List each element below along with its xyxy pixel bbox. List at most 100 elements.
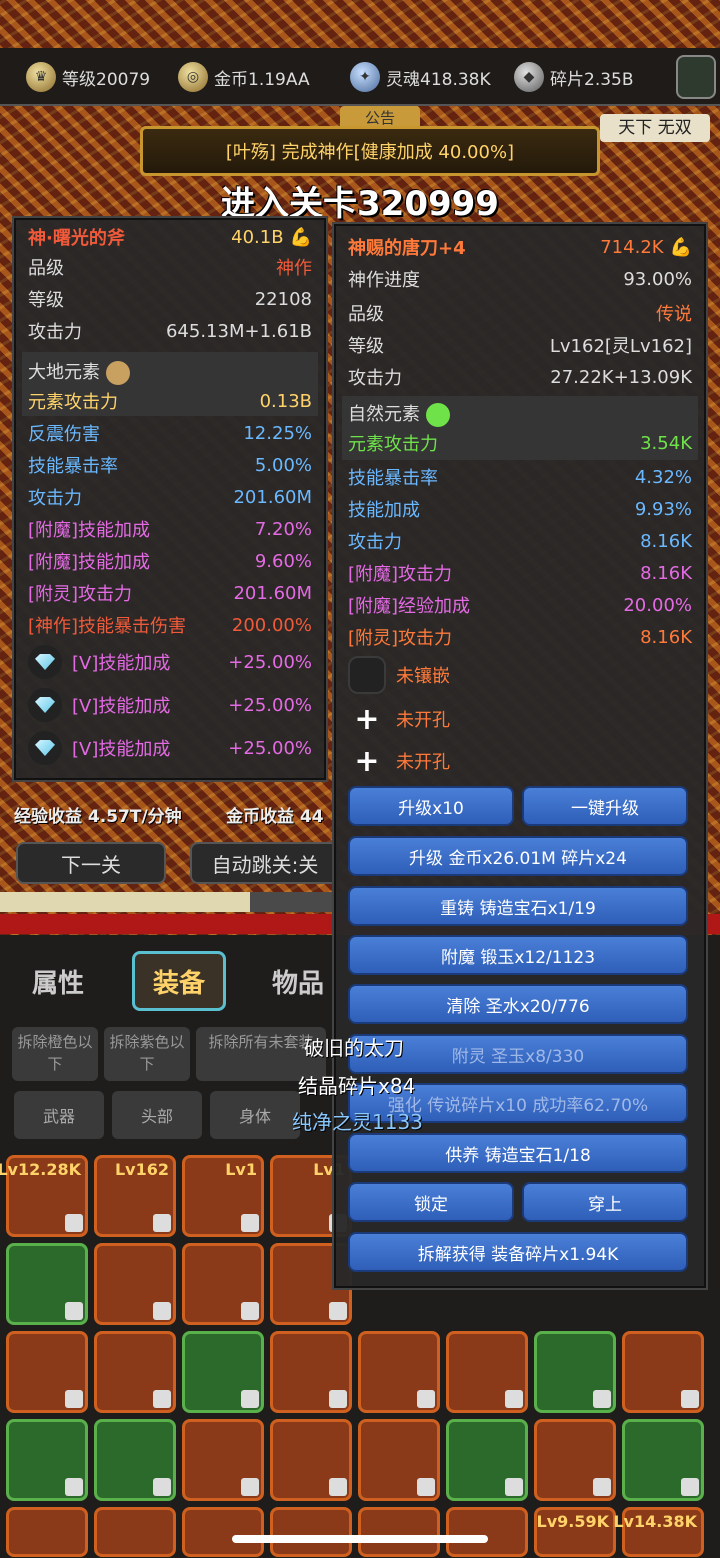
inventory-item[interactable] bbox=[358, 1331, 440, 1413]
exp-progress-bar bbox=[0, 892, 250, 912]
lock-icon bbox=[681, 1478, 699, 1496]
dismantle-button[interactable]: 拆解获得 装备碎片x1.94K bbox=[348, 1232, 688, 1272]
stat-row: 攻击力 27.22K+13.09K bbox=[348, 366, 692, 390]
empty-socket-icon bbox=[348, 656, 386, 694]
inventory-item[interactable] bbox=[446, 1507, 528, 1557]
inventory-item[interactable] bbox=[534, 1331, 616, 1413]
inventory-item[interactable] bbox=[622, 1419, 704, 1501]
lock-icon bbox=[417, 1390, 435, 1408]
upgrade-x10-button[interactable]: 升级x10 bbox=[348, 786, 514, 826]
reforge-button[interactable]: 重铸 铸造宝石x1/19 bbox=[348, 886, 688, 926]
stat-row: 技能加成 9.93% bbox=[348, 498, 692, 522]
stat-row: [附灵]攻击力 8.16K bbox=[348, 626, 692, 650]
inventory-item[interactable] bbox=[182, 1419, 264, 1501]
stat-row: 等级 22108 bbox=[28, 288, 312, 312]
stat-row: 品级 神作 bbox=[28, 258, 312, 279]
lock-icon bbox=[65, 1302, 83, 1320]
inventory-item[interactable]: Lv1 bbox=[182, 1155, 264, 1237]
inventory-item[interactable]: Lv14.38K bbox=[613, 1507, 704, 1557]
strength-arm-icon: 💪 bbox=[669, 236, 692, 258]
inventory-item[interactable] bbox=[94, 1419, 176, 1501]
menu-leaf-button[interactable] bbox=[676, 55, 716, 99]
lock-icon bbox=[241, 1302, 259, 1320]
tab-items[interactable]: 物品 bbox=[272, 963, 324, 1000]
next-stage-button[interactable]: 下一关 bbox=[16, 842, 166, 884]
lock-icon bbox=[505, 1478, 523, 1496]
stat-row: 攻击力 201.60M bbox=[28, 486, 312, 510]
soul-counter: ✦ 灵魂418.38K bbox=[350, 60, 491, 94]
element-attack: 元素攻击力 0.13B bbox=[28, 390, 312, 414]
resource-bar: ♛ 等级20079 ◎ 金币1.19AA ✦ 灵魂418.38K ◆ 碎片2.3… bbox=[0, 48, 720, 106]
lock-icon bbox=[505, 1390, 523, 1408]
inventory-item[interactable] bbox=[358, 1507, 440, 1557]
socket-row[interactable]: 未镶嵌 bbox=[348, 654, 692, 696]
inventory-item[interactable]: Lv162 bbox=[94, 1155, 176, 1237]
lock-icon bbox=[65, 1214, 83, 1232]
clear-button[interactable]: 清除 圣水x20/776 bbox=[348, 984, 688, 1024]
enchant-button[interactable]: 附魔 锻玉x12/1123 bbox=[348, 935, 688, 975]
socket-row[interactable]: + 未开孔 bbox=[348, 740, 692, 782]
item-header: 神赐的唐刀+4 714.2K 💪 bbox=[348, 236, 692, 260]
coin-icon: ◎ bbox=[178, 62, 208, 92]
inventory-item[interactable] bbox=[446, 1331, 528, 1413]
inventory-item[interactable] bbox=[622, 1331, 704, 1413]
tab-equipment[interactable]: 装备 bbox=[132, 951, 226, 1011]
stat-row: 神作进度 93.00% bbox=[348, 268, 692, 292]
stat-row: [附魔]经验加成 20.00% bbox=[348, 594, 692, 618]
dismantle-orange-button[interactable]: 拆除橙色以下 bbox=[12, 1027, 98, 1081]
inventory-item[interactable] bbox=[182, 1243, 264, 1325]
soul-icon: ✦ bbox=[350, 62, 380, 92]
inventory-item[interactable]: Lv9.59K bbox=[534, 1507, 616, 1557]
element-attack: 元素攻击力 3.54K bbox=[348, 432, 692, 456]
inventory-item[interactable] bbox=[6, 1419, 88, 1501]
inventory-item[interactable] bbox=[182, 1331, 264, 1413]
stat-row: [附灵]攻击力 201.60M bbox=[28, 582, 312, 606]
inventory-item[interactable] bbox=[534, 1419, 616, 1501]
world-tab[interactable]: 天下 无双 bbox=[600, 114, 710, 142]
diamond-gem-icon bbox=[28, 645, 62, 679]
dismantle-purple-button[interactable]: 拆除紫色以下 bbox=[104, 1027, 190, 1081]
lock-icon bbox=[329, 1302, 347, 1320]
inventory-item[interactable] bbox=[94, 1243, 176, 1325]
announcement-banner: [叶殇] 完成神作[健康加成 40.00%] bbox=[140, 126, 600, 176]
inventory-item[interactable]: Lv12.28K bbox=[0, 1155, 88, 1237]
lock-icon bbox=[593, 1390, 611, 1408]
stat-row: 技能暴击率 4.32% bbox=[348, 466, 692, 490]
upgrade-all-button[interactable]: 一键升级 bbox=[522, 786, 688, 826]
equip-button[interactable]: 穿上 bbox=[522, 1182, 688, 1222]
inventory-item[interactable] bbox=[446, 1419, 528, 1501]
upgrade-cost-button[interactable]: 升级 金币x26.01M 碎片x24 bbox=[348, 836, 688, 876]
home-indicator[interactable] bbox=[232, 1535, 488, 1543]
inventory-item[interactable] bbox=[182, 1507, 264, 1557]
stat-row: [附魔]攻击力 8.16K bbox=[348, 562, 692, 586]
inventory-item[interactable] bbox=[358, 1419, 440, 1501]
inventory-item[interactable] bbox=[6, 1507, 88, 1557]
stat-row: 技能暴击率 5.00% bbox=[28, 454, 312, 478]
plus-icon: + bbox=[354, 743, 380, 779]
auto-skip-toggle[interactable]: 自动跳关:关 bbox=[190, 842, 340, 884]
lock-icon bbox=[241, 1478, 259, 1496]
lock-icon bbox=[65, 1478, 83, 1496]
slot-filter-head[interactable]: 头部 bbox=[112, 1091, 202, 1139]
inventory-item[interactable] bbox=[94, 1507, 176, 1557]
gem-row: [V]技能加成 +25.00% bbox=[28, 728, 312, 768]
inventory-item[interactable] bbox=[6, 1243, 88, 1325]
lock-button[interactable]: 锁定 bbox=[348, 1182, 514, 1222]
tab-attributes[interactable]: 属性 bbox=[32, 963, 84, 1000]
inventory-item[interactable] bbox=[6, 1331, 88, 1413]
slot-filter-weapon[interactable]: 武器 bbox=[14, 1091, 104, 1139]
nature-element-icon bbox=[425, 402, 450, 427]
inventory-item[interactable] bbox=[270, 1419, 352, 1501]
lock-icon bbox=[65, 1390, 83, 1408]
socket-row[interactable]: + 未开孔 bbox=[348, 698, 692, 740]
inventory-item[interactable] bbox=[94, 1331, 176, 1413]
inventory-item[interactable] bbox=[270, 1507, 352, 1557]
lock-icon bbox=[153, 1390, 171, 1408]
stat-row: [附魔]技能加成 7.20% bbox=[28, 518, 312, 542]
inventory-item[interactable] bbox=[270, 1331, 352, 1413]
item-header: 神·曙光的斧 40.1B 💪 bbox=[28, 226, 312, 250]
stat-row: 攻击力 645.13M+1.61B bbox=[28, 320, 312, 344]
offer-button[interactable]: 供养 铸造宝石1/18 bbox=[348, 1133, 688, 1173]
slot-filter-body[interactable]: 身体 bbox=[210, 1091, 300, 1139]
drop-text: 纯净之灵1133 bbox=[292, 1110, 423, 1134]
